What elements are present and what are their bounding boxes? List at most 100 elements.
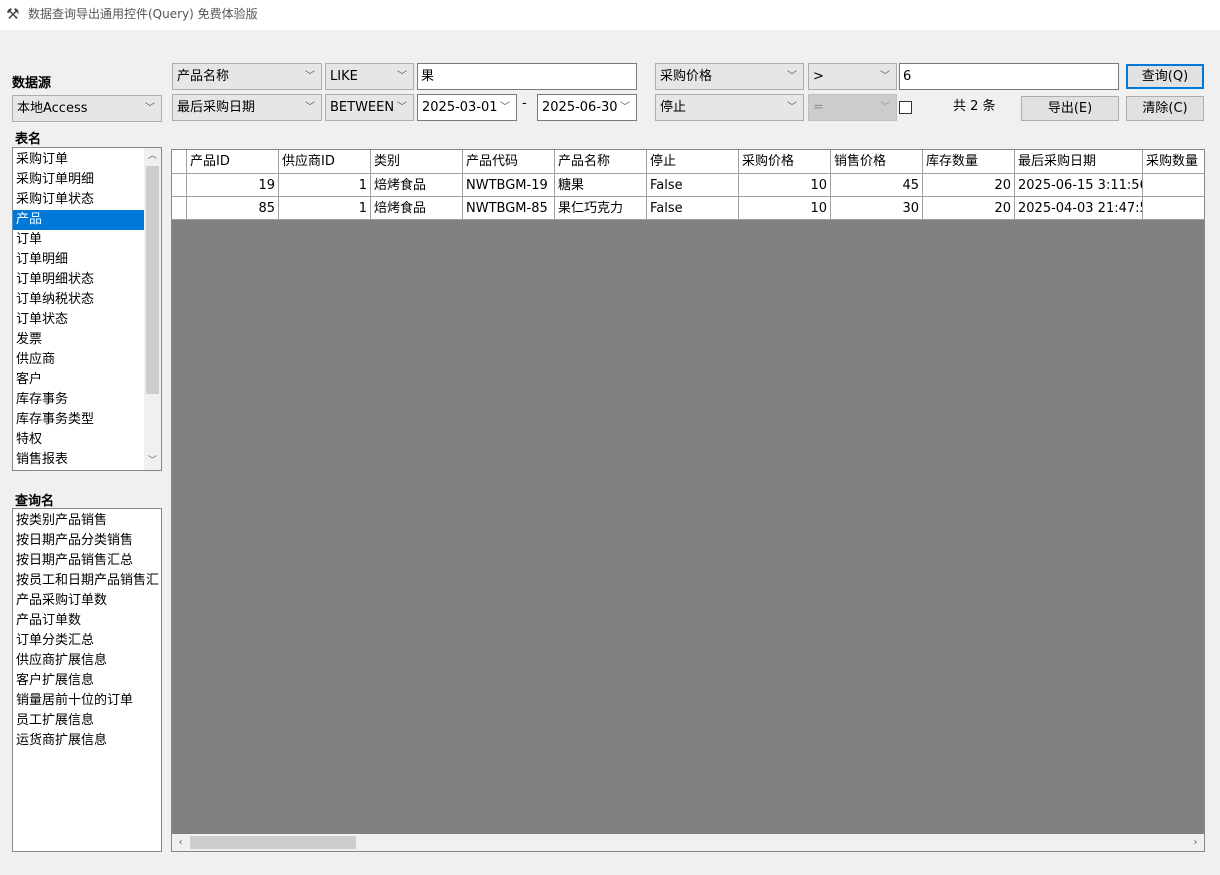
grid-cell[interactable] <box>1143 197 1204 220</box>
filter1-op-select[interactable]: LIKE ﹀ <box>325 63 414 90</box>
column-header[interactable]: 库存数量 <box>923 150 1015 174</box>
column-header[interactable]: 产品ID <box>187 150 279 174</box>
row-header[interactable] <box>172 174 187 197</box>
table-list-item[interactable]: 订单状态 <box>13 310 144 330</box>
clear-button[interactable]: 清除(C) <box>1126 96 1204 121</box>
chevron-down-icon: ﹀ <box>880 102 890 113</box>
grid-cell[interactable]: 2025-06-15 3:11:56 <box>1015 174 1143 197</box>
table-list-item[interactable]: 订单纳税状态 <box>13 290 144 310</box>
query-list-item[interactable]: 客户扩展信息 <box>13 671 161 691</box>
query-list-item[interactable]: 供应商扩展信息 <box>13 651 161 671</box>
grid-cell[interactable]: False <box>647 197 739 220</box>
grid-cell[interactable]: 20 <box>923 174 1015 197</box>
table-list-item[interactable]: 采购订单 <box>13 150 144 170</box>
query-list-item[interactable]: 按日期产品销售汇总 <box>13 551 161 571</box>
query-list-item[interactable]: 员工扩展信息 <box>13 711 161 731</box>
filter1-field-select[interactable]: 产品名称 ﹀ <box>172 63 322 90</box>
column-header[interactable]: 最后采购日期 <box>1015 150 1143 174</box>
queries-label: 查询名 <box>15 494 55 509</box>
table-list-item[interactable]: 销售报表 <box>13 450 144 470</box>
filter4-checkbox[interactable] <box>899 101 912 114</box>
query-list[interactable]: 按类别产品销售 按日期产品分类销售 按日期产品销售汇总 按员工和日期产品销售汇 产品采购… <box>12 508 162 852</box>
filter2-op-select[interactable]: BETWEEN ﹀ <box>325 94 414 121</box>
table-list-item[interactable]: 订单明细 <box>13 250 144 270</box>
scroll-up-icon[interactable]: ︿ <box>144 148 161 165</box>
date-to-picker[interactable]: 2025-06-30 ﹀ <box>537 94 637 121</box>
grid-cell[interactable]: 糖果 <box>555 174 647 197</box>
grid-cell[interactable]: NWTBGM-85 <box>463 197 555 220</box>
grid-cell[interactable]: 焙烤食品 <box>371 197 463 220</box>
grid-cell[interactable]: 85 <box>187 197 279 220</box>
hscroll-thumb[interactable] <box>190 836 356 849</box>
column-header[interactable]: 产品名称 <box>555 150 647 174</box>
grid-cell[interactable]: 焙烤食品 <box>371 174 463 197</box>
query-list-item[interactable]: 产品采购订单数 <box>13 591 161 611</box>
row-header[interactable] <box>172 197 187 220</box>
scroll-left-icon[interactable]: ‹ <box>172 834 189 851</box>
query-button[interactable]: 查询(Q) <box>1126 64 1204 89</box>
grid-corner[interactable] <box>172 150 187 174</box>
table-list-item[interactable]: 客户 <box>13 370 144 390</box>
filter2-field-select[interactable]: 最后采购日期 ﹀ <box>172 94 322 121</box>
table-list-item[interactable]: 产品 <box>13 210 144 230</box>
date-from-value: 2025-03-01 <box>422 100 498 115</box>
scroll-thumb[interactable] <box>146 166 159 394</box>
query-list-item[interactable]: 产品订单数 <box>13 611 161 631</box>
filter1-value-input[interactable]: 果 <box>417 63 637 90</box>
scroll-down-icon[interactable]: ﹀ <box>144 453 161 470</box>
grid-cell[interactable]: NWTBGM-19 <box>463 174 555 197</box>
grid-cell[interactable]: 30 <box>831 197 923 220</box>
table-list-item[interactable]: 特权 <box>13 430 144 450</box>
table-list[interactable]: 采购订单 采购订单明细 采购订单状态 产品 订单 订单明细 订单明细状态 订单纳税状态 订单状态… <box>12 147 162 471</box>
filter3-op-select[interactable]: > ﹀ <box>808 63 897 90</box>
grid-cell[interactable] <box>1143 174 1204 197</box>
column-header[interactable]: 销售价格 <box>831 150 923 174</box>
grid-cell[interactable]: 10 <box>739 174 831 197</box>
datasource-select[interactable]: 本地Access ﹀ <box>12 95 162 122</box>
column-header[interactable]: 停止 <box>647 150 739 174</box>
grid-cell[interactable]: 1 <box>279 174 371 197</box>
column-header[interactable]: 供应商ID <box>279 150 371 174</box>
query-list-item[interactable]: 销量居前十位的订单 <box>13 691 161 711</box>
table-list-item[interactable]: 采购订单明细 <box>13 170 144 190</box>
query-list-item[interactable]: 按日期产品分类销售 <box>13 531 161 551</box>
filter1-field-value: 产品名称 <box>177 69 230 84</box>
grid-cell[interactable]: 10 <box>739 197 831 220</box>
table-list-item[interactable]: 供应商 <box>13 350 144 370</box>
column-header[interactable]: 采购数量 <box>1143 150 1204 174</box>
grid-cell[interactable]: 果仁巧克力 <box>555 197 647 220</box>
filter4-field-select[interactable]: 停止 ﹀ <box>655 94 804 121</box>
grid-cell[interactable]: 2025-04-03 21:47:56 <box>1015 197 1143 220</box>
column-header[interactable]: 产品代码 <box>463 150 555 174</box>
table-list-item[interactable]: 发票 <box>13 330 144 350</box>
query-list-item[interactable]: 订单分类汇总 <box>13 631 161 651</box>
table-list-item[interactable]: 订单 <box>13 230 144 250</box>
query-list-item[interactable]: 运货商扩展信息 <box>13 731 161 751</box>
table-list-item[interactable]: 库存事务 <box>13 390 144 410</box>
chevron-down-icon: ﹀ <box>145 103 155 114</box>
grid-hscrollbar[interactable]: ‹ › <box>172 834 1204 851</box>
filter4-field-value: 停止 <box>660 100 687 115</box>
chevron-down-icon: ﹀ <box>397 102 407 113</box>
scroll-right-icon[interactable]: › <box>1187 834 1204 851</box>
table-list-item[interactable]: 采购订单状态 <box>13 190 144 210</box>
grid-cell[interactable]: 20 <box>923 197 1015 220</box>
export-button[interactable]: 导出(E) <box>1021 96 1119 121</box>
filter3-value-input[interactable]: 6 <box>899 63 1119 90</box>
grid-cell[interactable]: 1 <box>279 197 371 220</box>
column-header[interactable]: 类别 <box>371 150 463 174</box>
datasource-value: 本地Access <box>17 101 88 116</box>
query-list-item[interactable]: 按类别产品销售 <box>13 511 161 531</box>
date-from-picker[interactable]: 2025-03-01 ﹀ <box>417 94 517 121</box>
data-grid[interactable]: 产品ID 供应商ID 类别 产品代码 产品名称 停止 采购价格 销售价格 库存数量 最后采购日期采… <box>171 149 1205 852</box>
grid-cell[interactable]: 19 <box>187 174 279 197</box>
table-list-item[interactable]: 订单明细状态 <box>13 270 144 290</box>
table-list-item[interactable]: 库存事务类型 <box>13 410 144 430</box>
grid-cell[interactable]: 45 <box>831 174 923 197</box>
grid-cell[interactable]: False <box>647 174 739 197</box>
chevron-down-icon: ﹀ <box>305 71 315 82</box>
query-list-item[interactable]: 按员工和日期产品销售汇 <box>13 571 161 591</box>
filter3-field-select[interactable]: 采购价格 ﹀ <box>655 63 804 90</box>
table-list-scrollbar[interactable]: ︿ ﹀ <box>144 148 161 470</box>
column-header[interactable]: 采购价格 <box>739 150 831 174</box>
